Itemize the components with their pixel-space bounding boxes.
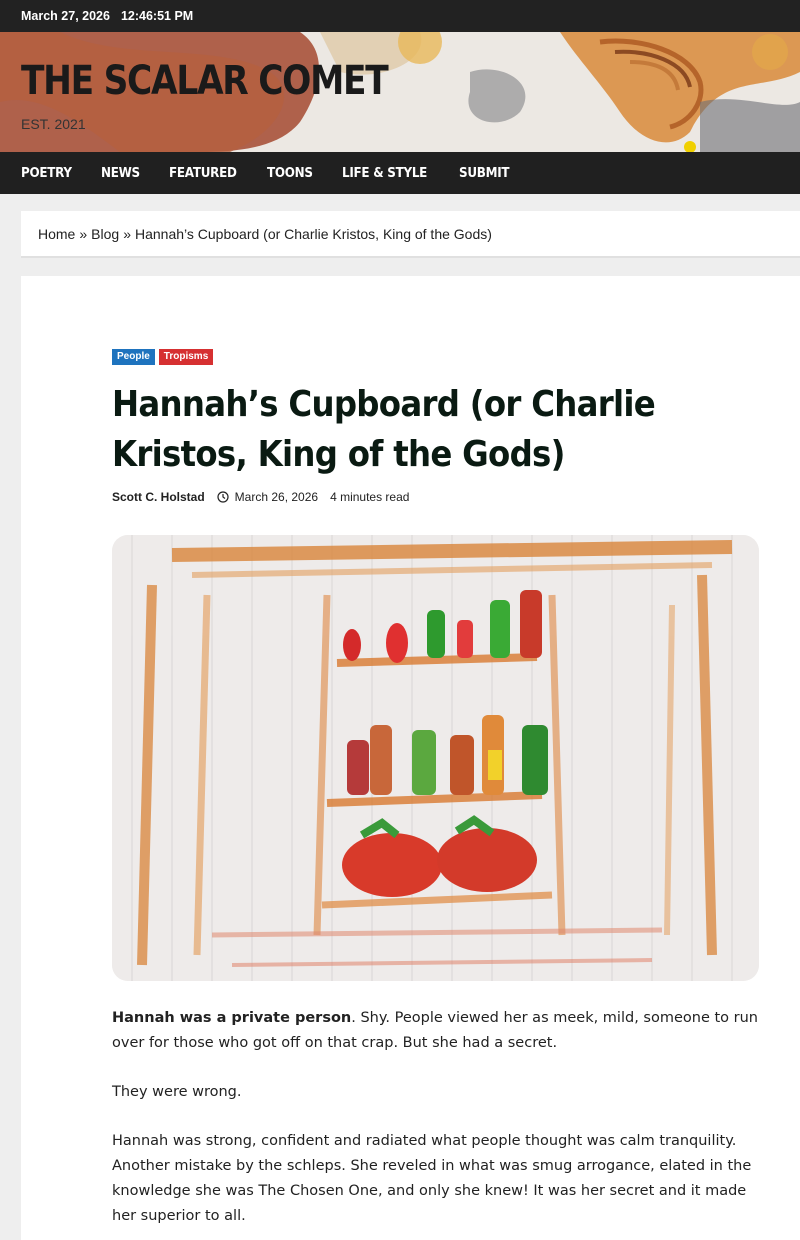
post-author[interactable]: Scott C. Holstad <box>112 490 205 504</box>
read-time: 4 minutes read <box>330 490 410 504</box>
nav-item-life-style[interactable]: LIFE & STYLE <box>342 166 427 181</box>
nav-item-featured[interactable]: FEATURED <box>169 166 237 181</box>
paragraph-3: Hannah was strong, confident and radiate… <box>112 1133 752 1224</box>
nav-item-news[interactable]: NEWS <box>101 166 140 181</box>
breadcrumb-blog-link[interactable]: Blog <box>91 226 119 242</box>
breadcrumb-current: Hannah’s Cupboard (or Charlie Kristos, K… <box>134 225 492 242</box>
nav-item-poetry[interactable]: POETRY <box>21 166 72 181</box>
nav-item-toons[interactable]: TOONS <box>267 166 313 181</box>
breadcrumb: Home » Blog » Hannah’s Cupboard (or Char… <box>21 211 800 258</box>
site-header: THE SCALAR COMET EST. 2021 <box>0 32 800 152</box>
post-meta: Scott C. Holstad March 26, 2026 4 minute… <box>112 490 409 504</box>
current-date: March 27, 2026 <box>21 9 110 23</box>
post-title: Hannah’s Cupboard (or Charlie Kristos, K… <box>112 384 656 475</box>
main-navigation: POETRY NEWS FEATURED TOONS LIFE & STYLE … <box>0 152 800 194</box>
category-tropisms[interactable]: Tropisms <box>158 349 214 365</box>
clock-icon <box>217 491 229 503</box>
breadcrumb-separator: » <box>123 225 131 242</box>
category-people[interactable]: People <box>112 349 155 365</box>
post-body: Hannah was a private person. Shy. People… <box>112 1006 772 1240</box>
current-time: 12:46:51 PM <box>120 9 194 23</box>
paragraph-1-bold: Hannah was a private person <box>112 1010 352 1026</box>
paragraph-2: They were wrong. <box>112 1084 242 1100</box>
top-bar: March 27, 2026 12:46:51 PM <box>0 0 800 32</box>
site-tagline: EST. 2021 <box>21 116 86 132</box>
breadcrumb-home-link[interactable]: Home <box>38 226 75 242</box>
featured-image <box>112 535 759 981</box>
nav-item-submit[interactable]: SUBMIT <box>459 166 510 181</box>
site-title[interactable]: THE SCALAR COMET <box>21 58 389 104</box>
paragraph-1: Hannah was a private person. Shy. People… <box>112 1006 772 1056</box>
breadcrumb-separator: » <box>79 225 88 242</box>
category-list: People Tropisms <box>112 349 214 365</box>
article-container: People Tropisms Hannah’s Cupboard (or Ch… <box>21 276 800 1240</box>
post-date: March 26, 2026 <box>234 490 319 504</box>
cupboard-painting <box>112 535 759 981</box>
